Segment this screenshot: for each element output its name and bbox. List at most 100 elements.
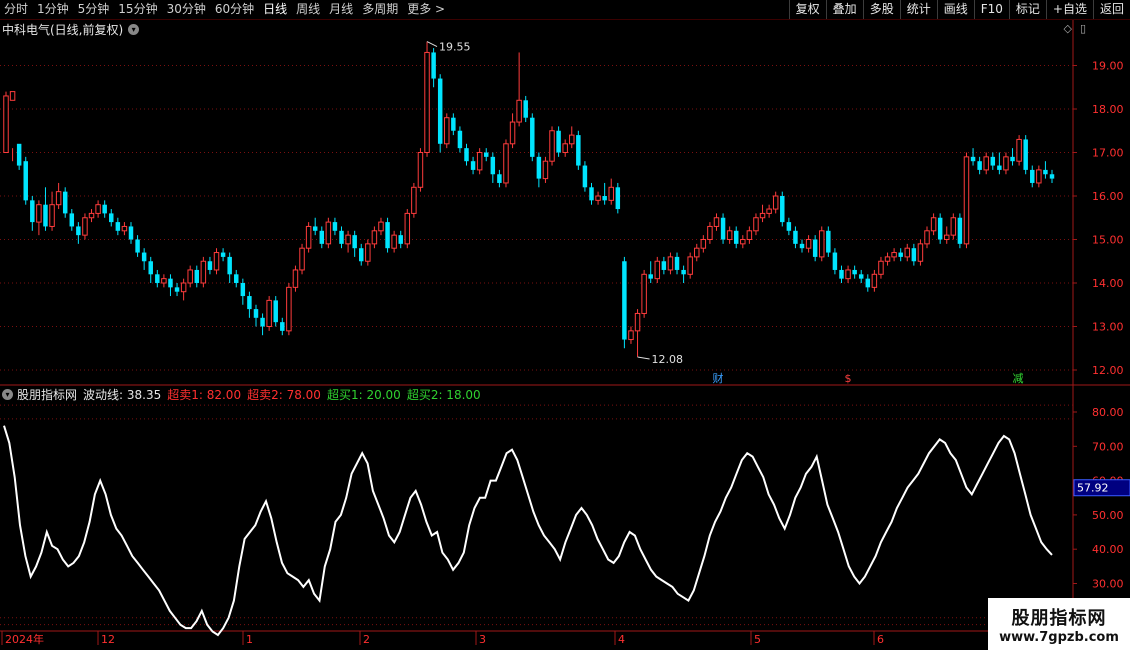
- candle-body: [200, 260, 207, 284]
- candle-body: [944, 234, 950, 240]
- candle-body: [187, 269, 193, 284]
- candle-body: [891, 252, 897, 258]
- candle-body: [990, 156, 996, 166]
- candle-body: [391, 234, 397, 249]
- candle-body: [694, 247, 700, 258]
- candle-body: [634, 312, 641, 332]
- watermark-url: www.7gpzb.com: [999, 629, 1119, 645]
- candle-body: [451, 117, 456, 131]
- price-tick-label: 17.00: [1092, 147, 1124, 160]
- candle-body: [234, 274, 239, 283]
- low-label: 12.08: [652, 353, 684, 366]
- candle-body: [476, 152, 483, 171]
- candle-body: [970, 156, 976, 162]
- indicator-tick-label: 80.00: [1092, 406, 1124, 419]
- candle-body: [312, 226, 318, 231]
- date-label: 2024年: [5, 632, 44, 646]
- price-tick-label: 16.00: [1092, 190, 1124, 203]
- candle-body: [280, 322, 285, 331]
- candle-body: [924, 230, 930, 245]
- candle-body: [812, 239, 818, 257]
- candle-body: [9, 91, 16, 101]
- candle-body: [1030, 169, 1035, 183]
- candle-body: [726, 230, 733, 241]
- candle-body: [339, 230, 344, 244]
- indicator-tick-label: 40.00: [1092, 543, 1124, 556]
- candle-body: [878, 260, 884, 275]
- candle-body: [845, 269, 851, 280]
- candle-body: [194, 269, 200, 283]
- candle-body: [128, 226, 134, 240]
- candle-body: [549, 130, 555, 162]
- candle-body: [937, 217, 943, 240]
- candle-body: [772, 195, 779, 210]
- candle-body: [431, 52, 436, 79]
- candle-body: [746, 230, 753, 241]
- candle-body: [667, 256, 674, 271]
- candle-body: [417, 152, 424, 188]
- candle-body: [713, 217, 720, 227]
- candle-body: [687, 256, 693, 275]
- high-label: 19.55: [439, 41, 471, 54]
- candle-body: [286, 286, 292, 332]
- candle-body: [174, 287, 180, 292]
- candle-body: [359, 248, 364, 262]
- candle-body: [720, 217, 726, 240]
- candle-body: [917, 243, 924, 262]
- candle-body: [88, 212, 95, 219]
- candle-body: [457, 130, 463, 149]
- price-tick-label: 12.00: [1092, 364, 1124, 377]
- candle-body: [793, 230, 798, 244]
- candle-body: [180, 282, 187, 293]
- candle-body: [121, 225, 128, 232]
- candle-body: [371, 230, 378, 245]
- candle-body: [536, 156, 542, 179]
- candle-body: [247, 296, 252, 310]
- candle-body: [509, 121, 516, 145]
- candle-body: [602, 196, 607, 201]
- candle-body: [424, 51, 430, 154]
- candle-body: [55, 191, 62, 206]
- candle-body: [562, 143, 568, 154]
- date-label: 6: [877, 633, 884, 646]
- candle-body: [523, 100, 528, 118]
- candle-body: [759, 212, 766, 219]
- candle-body: [76, 226, 81, 236]
- date-label: 2: [363, 633, 370, 646]
- candle-body: [490, 156, 496, 175]
- candle-body: [1010, 156, 1015, 162]
- candle-body: [16, 143, 22, 166]
- candle-body: [352, 235, 357, 249]
- candle-body: [1003, 156, 1009, 171]
- candle-body: [983, 156, 989, 171]
- price-tick-label: 15.00: [1092, 234, 1124, 247]
- candle-body: [786, 222, 792, 231]
- candle-body: [576, 135, 581, 166]
- candle-body: [681, 269, 686, 275]
- candle-body: [556, 130, 561, 153]
- candle-body: [852, 269, 857, 275]
- watermark-title: 股朋指标网: [1011, 607, 1107, 629]
- candle-body: [82, 217, 88, 236]
- candle-body: [674, 256, 680, 270]
- indicator-tick-label: 30.00: [1092, 578, 1124, 591]
- candle-body: [404, 212, 411, 245]
- candle-body: [898, 252, 903, 257]
- candle-body: [325, 221, 332, 245]
- candle-body: [141, 252, 147, 262]
- candle-body: [23, 161, 28, 201]
- chart-canvas[interactable]: 19.00 18.00 17.00 16.00 15.00 14.00 13.00 12.00…: [0, 0, 1130, 650]
- candle-body: [700, 239, 707, 249]
- date-label: 1: [246, 633, 253, 646]
- candle-body: [884, 256, 891, 262]
- event-marker: $: [845, 372, 852, 385]
- candle-body: [977, 161, 982, 170]
- candle-body: [292, 269, 299, 288]
- candle-body: [805, 239, 812, 249]
- candle-body: [858, 274, 864, 279]
- candle-body: [135, 239, 140, 253]
- candle-body: [589, 187, 594, 201]
- candle-body: [444, 117, 450, 145]
- event-marker: 减: [1013, 372, 1024, 385]
- current-value-label: 57.92: [1077, 482, 1109, 495]
